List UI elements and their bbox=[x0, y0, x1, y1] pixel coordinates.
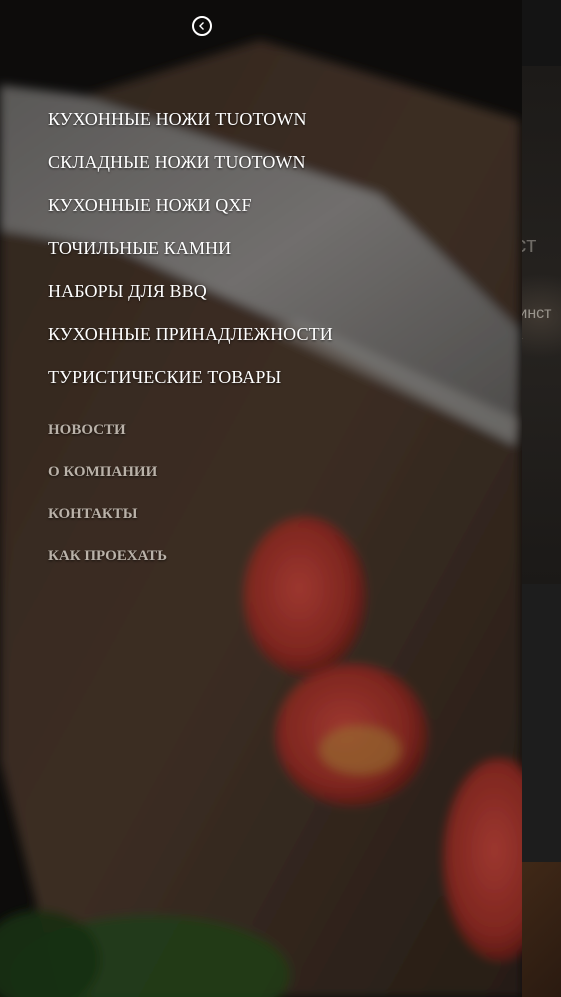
menu-item-kitchen-knives-qxf[interactable]: КУХОННЫЕ НОЖИ QXF bbox=[48, 194, 333, 237]
menu-item-tourist-goods[interactable]: ТУРИСТИЧЕСКИЕ ТОВАРЫ bbox=[48, 366, 333, 409]
secondary-menu: НОВОСТИ О КОМПАНИИ КОНТАКТЫ КАК ПРОЕХАТЬ bbox=[48, 420, 167, 588]
close-menu-button[interactable] bbox=[192, 16, 212, 36]
menu-item-contacts[interactable]: КОНТАКТЫ bbox=[48, 504, 167, 546]
menu-item-about[interactable]: О КОМПАНИИ bbox=[48, 462, 167, 504]
menu-item-sharpening-stones[interactable]: ТОЧИЛЬНЫЕ КАМНИ bbox=[48, 237, 333, 280]
menu-item-kitchen-accessories[interactable]: КУХОННЫЕ ПРИНАДЛЕЖНОСТИ bbox=[48, 323, 333, 366]
primary-menu: КУХОННЫЕ НОЖИ TUOTOWN СКЛАДНЫЕ НОЖИ TUOT… bbox=[48, 108, 333, 409]
menu-item-bbq-sets[interactable]: НАБОРЫ ДЛЯ BBQ bbox=[48, 280, 333, 323]
menu-item-directions[interactable]: КАК ПРОЕХАТЬ bbox=[48, 546, 167, 588]
menu-item-news[interactable]: НОВОСТИ bbox=[48, 420, 167, 462]
menu-item-folding-knives-tuotown[interactable]: СКЛАДНЫЕ НОЖИ TUOTOWN bbox=[48, 151, 333, 194]
chevron-left-icon bbox=[199, 22, 204, 30]
navigation-drawer: КУХОННЫЕ НОЖИ TUOTOWN СКЛАДНЫЕ НОЖИ TUOT… bbox=[0, 0, 522, 997]
menu-item-kitchen-knives-tuotown[interactable]: КУХОННЫЕ НОЖИ TUOTOWN bbox=[48, 108, 333, 151]
